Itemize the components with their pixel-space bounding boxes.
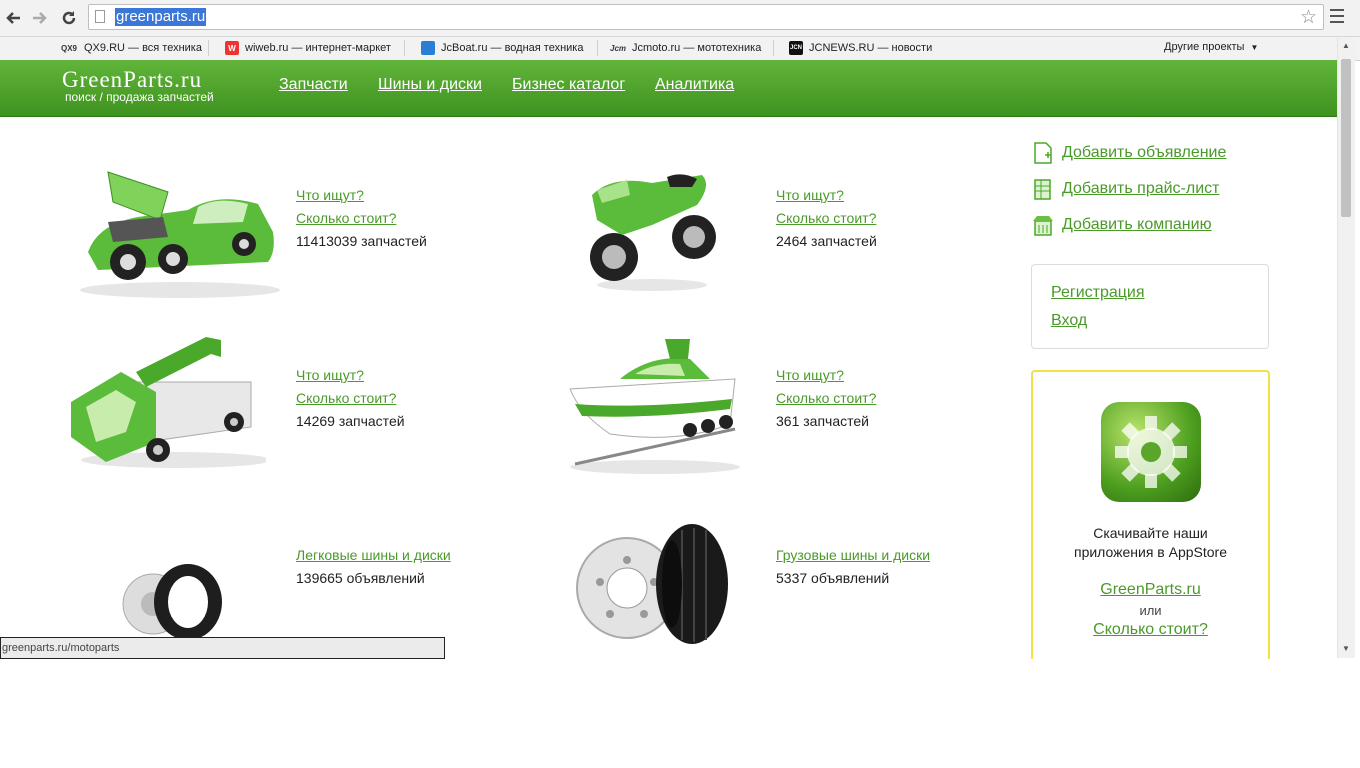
greenparts-app-link[interactable]: GreenParts.ru xyxy=(1100,581,1200,598)
qx9-icon: QX9 xyxy=(60,43,77,53)
add-document-icon xyxy=(1034,142,1052,164)
scroll-up-icon[interactable]: ▲ xyxy=(1342,41,1350,50)
app-promo-line: Скачивайте наши xyxy=(1093,525,1208,541)
parts-count: 11413039 запчастей xyxy=(296,233,427,249)
add-company-link[interactable]: Добавить компанию xyxy=(1062,216,1212,234)
nav-business-catalog[interactable]: Бизнес каталог xyxy=(512,76,625,94)
other-projects-menu[interactable]: Другие проекты ▼ xyxy=(1164,41,1258,53)
what-searched-link[interactable]: Что ищут? xyxy=(776,364,876,387)
how-much-link[interactable]: Сколько стоит? xyxy=(296,207,427,230)
bookmark-label: JCNEWS.RU — новости xyxy=(809,42,933,54)
jcnews-icon: JCN xyxy=(789,41,803,55)
address-bar[interactable]: greenparts.ru ☆ xyxy=(88,4,1324,30)
truck-tires-link[interactable]: Грузовые шины и диски xyxy=(776,544,930,567)
how-much-link[interactable]: Сколько стоит? xyxy=(776,207,877,230)
car-image[interactable] xyxy=(68,162,288,302)
bookmark-label: JcBoat.ru — водная техника xyxy=(441,42,584,54)
jcmoto-icon: Jcm xyxy=(610,43,627,53)
app-promo-text: Скачивайте наши приложения в AppStore xyxy=(1033,524,1268,562)
app-icon[interactable] xyxy=(1101,402,1201,502)
forward-arrow-icon xyxy=(33,12,47,24)
add-pricelist-link[interactable]: Добавить прайс-лист xyxy=(1062,180,1219,198)
scroll-down-icon[interactable]: ▼ xyxy=(1342,644,1350,653)
site-header: GreenParts.ru поиск / продажа запчастей … xyxy=(0,60,1337,117)
category-truck-tires: Грузовые шины и диски 5337 объявлений xyxy=(776,544,930,590)
page-icon xyxy=(95,10,105,23)
back-arrow-icon xyxy=(6,12,20,24)
parts-count: 14269 запчастей xyxy=(296,413,405,429)
reload-icon xyxy=(62,11,76,25)
forward-button[interactable] xyxy=(29,7,51,29)
truck-tires-image[interactable] xyxy=(572,522,732,647)
ads-count: 5337 объявлений xyxy=(776,570,890,586)
status-url-bar: greenparts.ru/motoparts xyxy=(0,637,445,659)
app-promo-box: Скачивайте наши приложения в AppStore Gr… xyxy=(1031,370,1270,670)
app-promo-line: приложения в AppStore xyxy=(1073,544,1227,560)
category-boats: Что ищут? Сколько стоит? 361 запчастей xyxy=(776,364,876,433)
or-text: или xyxy=(1139,603,1162,618)
scroll-thumb[interactable] xyxy=(1341,59,1351,217)
bookmarks-bar: QX9 QX9.RU — вся техника W wiweb.ru — ин… xyxy=(0,37,1360,61)
gear-icon xyxy=(1115,416,1187,488)
address-url[interactable]: greenparts.ru xyxy=(115,8,207,26)
login-link[interactable]: Вход xyxy=(1051,312,1087,330)
price-app-link[interactable]: Сколько стоит? xyxy=(1093,621,1208,638)
page-bottom-area xyxy=(0,659,1360,768)
bookmark-jcnews[interactable]: JCN JCNEWS.RU — новости xyxy=(789,41,932,55)
bookmark-jcboat[interactable]: JcBoat.ru — водная техника xyxy=(421,41,583,55)
browser-menu-icon[interactable] xyxy=(1330,9,1344,25)
how-much-link[interactable]: Сколько стоит? xyxy=(776,387,876,410)
category-special: Что ищут? Сколько стоит? 14269 запчастей xyxy=(296,364,405,433)
special-machinery-image[interactable] xyxy=(66,332,266,472)
browser-toolbar: greenparts.ru ☆ xyxy=(0,0,1360,37)
add-company-action[interactable]: Добавить компанию xyxy=(1032,213,1212,237)
page-scrollbar[interactable]: ▲ ▼ xyxy=(1337,37,1355,658)
reload-button[interactable] xyxy=(58,7,80,29)
category-moto: Что ищут? Сколько стоит? 2464 запчастей xyxy=(776,184,877,253)
register-link[interactable]: Регистрация xyxy=(1051,284,1145,302)
category-cars: Что ищут? Сколько стоит? 11413039 запчас… xyxy=(296,184,427,253)
what-searched-link[interactable]: Что ищут? xyxy=(776,184,877,207)
car-tires-link[interactable]: Легковые шины и диски xyxy=(296,544,451,567)
bookmark-star-icon[interactable]: ☆ xyxy=(1300,6,1317,29)
caret-down-icon: ▼ xyxy=(1250,42,1259,52)
nav-parts[interactable]: Запчасти xyxy=(279,76,348,94)
bookmark-label: wiweb.ru — интернет-маркет xyxy=(245,42,391,54)
bookmark-wiweb[interactable]: W wiweb.ru — интернет-маркет xyxy=(225,41,391,55)
wiweb-icon: W xyxy=(225,41,239,55)
motorcycle-image[interactable] xyxy=(582,165,732,295)
ads-count: 139665 объявлений xyxy=(296,570,425,586)
how-much-link[interactable]: Сколько стоит? xyxy=(296,387,405,410)
nav-analytics[interactable]: Аналитика xyxy=(655,76,734,94)
car-tires-image[interactable] xyxy=(118,562,228,642)
parts-count: 2464 запчастей xyxy=(776,233,877,249)
bookmark-label: Jcmoto.ru — мототехника xyxy=(632,42,762,54)
site-tagline: поиск / продажа запчастей xyxy=(65,90,214,104)
add-ad-action[interactable]: Добавить объявление xyxy=(1032,141,1226,165)
jcboat-icon xyxy=(421,41,435,55)
what-searched-link[interactable]: Что ищут? xyxy=(296,364,405,387)
nav-tires[interactable]: Шины и диски xyxy=(378,76,482,94)
category-car-tires: Легковые шины и диски 139665 объявлений xyxy=(296,544,451,590)
bookmark-qx9[interactable]: QX9 QX9.RU — вся техника xyxy=(60,41,202,55)
add-ad-link[interactable]: Добавить объявление xyxy=(1062,144,1226,162)
add-pricelist-action[interactable]: Добавить прайс-лист xyxy=(1032,177,1219,201)
back-button[interactable] xyxy=(2,7,24,29)
building-icon xyxy=(1033,216,1053,236)
parts-count: 361 запчастей xyxy=(776,413,869,429)
what-searched-link[interactable]: Что ищут? xyxy=(296,184,427,207)
auth-box: Регистрация Вход xyxy=(1031,264,1269,349)
bookmark-label: QX9.RU — вся техника xyxy=(84,42,202,54)
boat-image[interactable] xyxy=(560,334,750,479)
spreadsheet-icon xyxy=(1034,179,1051,200)
bookmark-jcmoto[interactable]: Jcm Jcmoto.ru — мототехника xyxy=(610,41,761,55)
other-projects-label: Другие проекты xyxy=(1164,41,1245,53)
